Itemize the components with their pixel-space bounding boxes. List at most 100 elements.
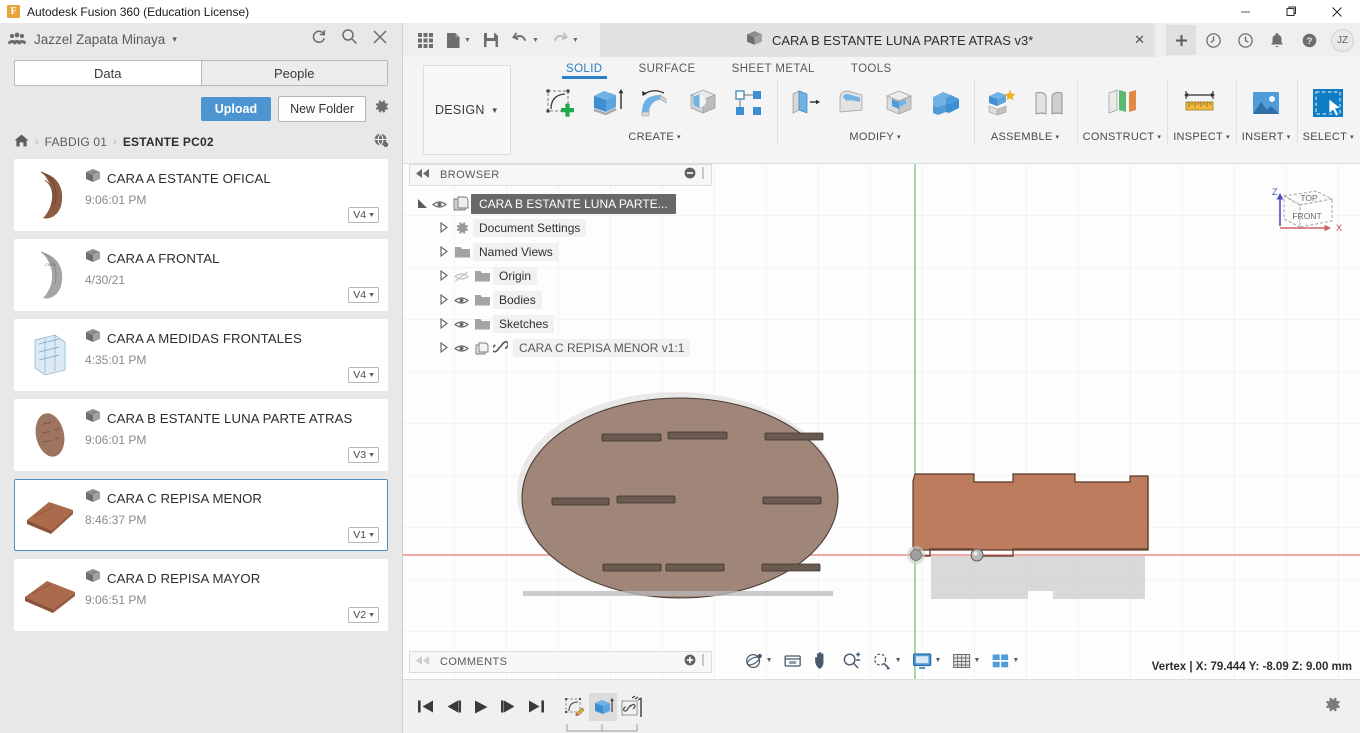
tree-node-bodies[interactable]: Bodies [409,288,712,312]
globe-share-icon[interactable] [373,132,390,152]
notifications-bell-icon[interactable] [1262,25,1292,55]
panel-modify-label-wrap[interactable]: MODIFY ▾ [849,131,900,143]
upload-button[interactable]: Upload [200,96,272,121]
select-window-icon[interactable] [1306,80,1350,126]
combine-icon[interactable] [924,80,968,126]
tab-data[interactable]: Data [15,61,201,85]
document-tab-close-icon[interactable]: ✕ [1134,32,1145,48]
list-item[interactable]: CARA A ESTANTE OFICAL 9:06:01 PM V4 ▼ [14,159,388,231]
save-icon[interactable] [477,27,505,53]
gear-icon[interactable] [373,98,390,120]
press-pull-icon[interactable] [783,80,827,126]
step-forward-button[interactable] [500,699,517,714]
minimize-circle-icon[interactable] [684,166,696,184]
collapse-left-icon[interactable] [416,169,430,181]
joint-icon[interactable] [1027,80,1071,126]
job-status-icon[interactable] [1198,25,1228,55]
play-button[interactable] [473,699,489,715]
refresh-icon[interactable] [310,28,327,50]
tab-sheet-metal[interactable]: SHEET METAL [714,58,833,79]
expand-arrow-icon[interactable] [415,198,429,211]
list-item[interactable]: CARA C REPISA MENOR 8:46:37 PM V1 ▼ [14,479,388,551]
zoom-window-icon[interactable]: ▼ [869,649,906,673]
viewport-3d[interactable]: BROWSER CARA B ESTANTE LUNA PARTE... Doc… [403,164,1360,679]
collapse-left-icon[interactable] [416,656,430,668]
tree-node-linked-component[interactable]: CARA C REPISA MENOR v1:1 [409,336,712,360]
pattern-icon[interactable] [727,80,771,126]
pan-icon[interactable] [810,648,836,673]
orbit-icon[interactable]: ▼ [740,649,777,673]
version-selector[interactable]: V4 ▼ [348,207,379,223]
panel-inspect-label-wrap[interactable]: INSPECT ▾ [1173,131,1230,143]
tree-node-document-settings[interactable]: Document Settings [409,216,712,240]
grip-icon[interactable] [701,166,705,184]
panel-insert-label-wrap[interactable]: INSERT ▾ [1242,131,1291,143]
avatar[interactable]: JZ [1331,28,1354,52]
activate-radio-icon[interactable] [684,195,699,213]
version-selector[interactable]: V3 ▼ [348,447,379,463]
expand-arrow-icon[interactable] [437,293,451,307]
version-selector[interactable]: V4 ▼ [348,287,379,303]
step-back-button[interactable] [445,699,462,714]
timeline-settings-gear-icon[interactable] [1323,695,1342,719]
list-item[interactable]: CARA CARA A FRONTAL 4/30/21 V4 ▼ [14,239,388,311]
version-selector[interactable]: V4 ▼ [348,367,379,383]
zoom-icon[interactable] [839,649,866,673]
version-selector[interactable]: V1 ▼ [348,527,379,543]
look-at-icon[interactable] [780,649,807,672]
tree-node-sketches[interactable]: Sketches [409,312,712,336]
visibility-eye-icon[interactable] [429,199,449,210]
visibility-eye-off-icon[interactable] [451,271,471,282]
document-tab[interactable]: CARA B ESTANTE LUNA PARTE ATRAS v3* ✕ [600,23,1155,57]
view-cube[interactable]: TOP FRONT X Z [1268,178,1342,246]
go-to-beginning-button[interactable] [417,699,434,714]
window-minimize-button[interactable] [1222,0,1268,23]
panel-create-label-wrap[interactable]: CREATE ▾ [628,131,680,143]
expand-arrow-icon[interactable] [437,221,451,235]
list-item[interactable]: CARA B ESTANTE LUNA PARTE ATRAS 9:06:01 … [14,399,388,471]
expand-arrow-icon[interactable] [437,245,451,259]
panel-assemble-label-wrap[interactable]: ASSEMBLE ▾ [991,131,1060,143]
create-sketch-icon[interactable] [539,80,583,126]
tree-node-named-views[interactable]: Named Views [409,240,712,264]
go-to-end-button[interactable] [528,699,545,714]
timeline-linked-feature[interactable] [617,693,645,721]
grip-icon[interactable] [701,653,705,671]
tree-node-origin[interactable]: Origin [409,264,712,288]
visibility-eye-icon[interactable] [451,319,471,330]
app-grid-icon[interactable] [411,27,440,53]
insert-image-icon[interactable] [1244,80,1288,126]
shell-icon[interactable] [877,80,921,126]
measure-icon[interactable] [1179,80,1223,126]
expand-arrow-icon[interactable] [437,269,451,283]
help-icon[interactable]: ? [1294,25,1324,55]
revolve-icon[interactable] [633,80,677,126]
undo-icon[interactable]: ▼ [505,27,545,53]
workspace-switcher[interactable]: DESIGN ▼ [423,65,511,155]
new-file-icon[interactable]: ▼ [440,27,477,53]
tab-solid[interactable]: SOLID [548,58,621,79]
expand-arrow-icon[interactable] [437,317,451,331]
new-component-icon[interactable] [980,80,1024,126]
visibility-eye-icon[interactable] [451,343,471,354]
user-name-label[interactable]: Jazzel Zapata Minaya [34,32,165,47]
search-icon[interactable] [341,28,358,50]
close-data-panel-icon[interactable] [372,29,388,50]
home-icon[interactable] [14,134,29,150]
tab-surface[interactable]: SURFACE [621,58,714,79]
recent-activity-icon[interactable] [1230,25,1260,55]
viewports-icon[interactable]: ▼ [987,649,1023,673]
breadcrumb-item-estante[interactable]: ESTANTE PC02 [123,135,214,149]
breadcrumb-item-fabdig[interactable]: FABDIG 01 [45,135,108,149]
redo-icon[interactable]: ▼ [545,27,585,53]
chevron-down-icon[interactable]: ▾ [172,34,177,45]
offset-plane-icon[interactable] [1100,80,1144,126]
display-settings-icon[interactable]: ▼ [909,649,946,673]
expand-arrow-icon[interactable] [437,341,451,355]
tree-node-root-component[interactable]: CARA B ESTANTE LUNA PARTE... [409,192,712,216]
comments-panel[interactable]: COMMENTS [409,651,712,673]
list-item[interactable]: CARA A MEDIDAS FRONTALES 4:35:01 PM V4 ▼ [14,319,388,391]
extrude-icon[interactable] [586,80,630,126]
visibility-eye-icon[interactable] [451,295,471,306]
tab-tools[interactable]: TOOLS [833,58,910,79]
